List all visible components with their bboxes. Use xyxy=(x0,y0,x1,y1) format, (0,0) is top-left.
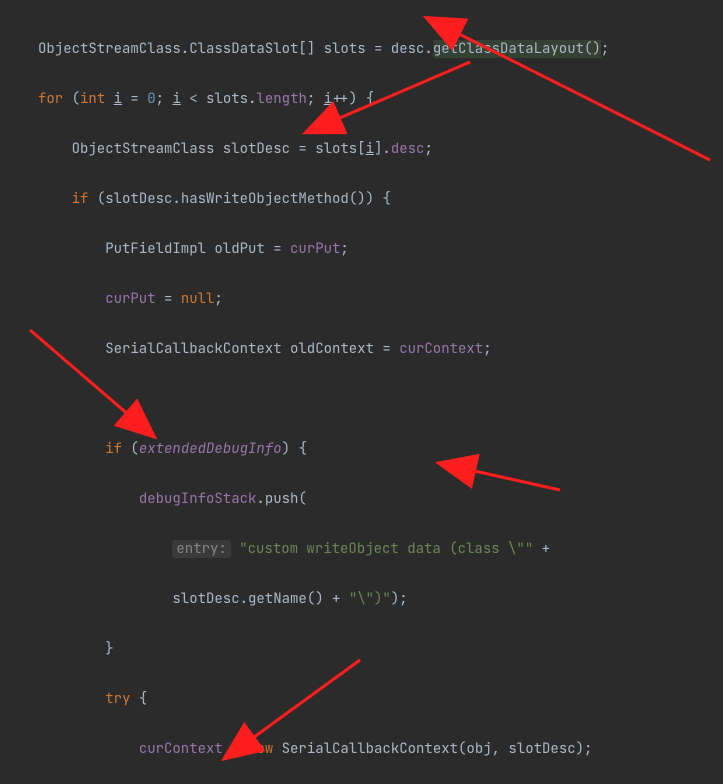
code-line: ObjectStreamClass slotDesc = slots[i].de… xyxy=(38,137,723,162)
code-line: ObjectStreamClass.ClassDataSlot[] slots … xyxy=(38,37,723,62)
code-line: debugInfoStack.push( xyxy=(38,487,723,512)
code-line: if (slotDesc.hasWriteObjectMethod()) { xyxy=(38,187,723,212)
code-line: if (extendedDebugInfo) { xyxy=(38,437,723,462)
code-line: for (int i = 0; i < slots.length; i++) { xyxy=(38,87,723,112)
param-hint: entry: xyxy=(172,540,230,558)
code-line: curPut = null; xyxy=(38,287,723,312)
code-line: slotDesc.getName() + "\")"); xyxy=(38,587,723,612)
code-line: curContext = new SerialCallbackContext(o… xyxy=(38,737,723,762)
code-line: entry: "custom writeObject data (class \… xyxy=(38,537,723,562)
code-line xyxy=(38,387,723,412)
code-line: try { xyxy=(38,687,723,712)
code-line: SerialCallbackContext oldContext = curCo… xyxy=(38,337,723,362)
code-line: PutFieldImpl oldPut = curPut; xyxy=(38,237,723,262)
code-line: } xyxy=(38,637,723,662)
code-editor[interactable]: ObjectStreamClass.ClassDataSlot[] slots … xyxy=(0,0,723,784)
